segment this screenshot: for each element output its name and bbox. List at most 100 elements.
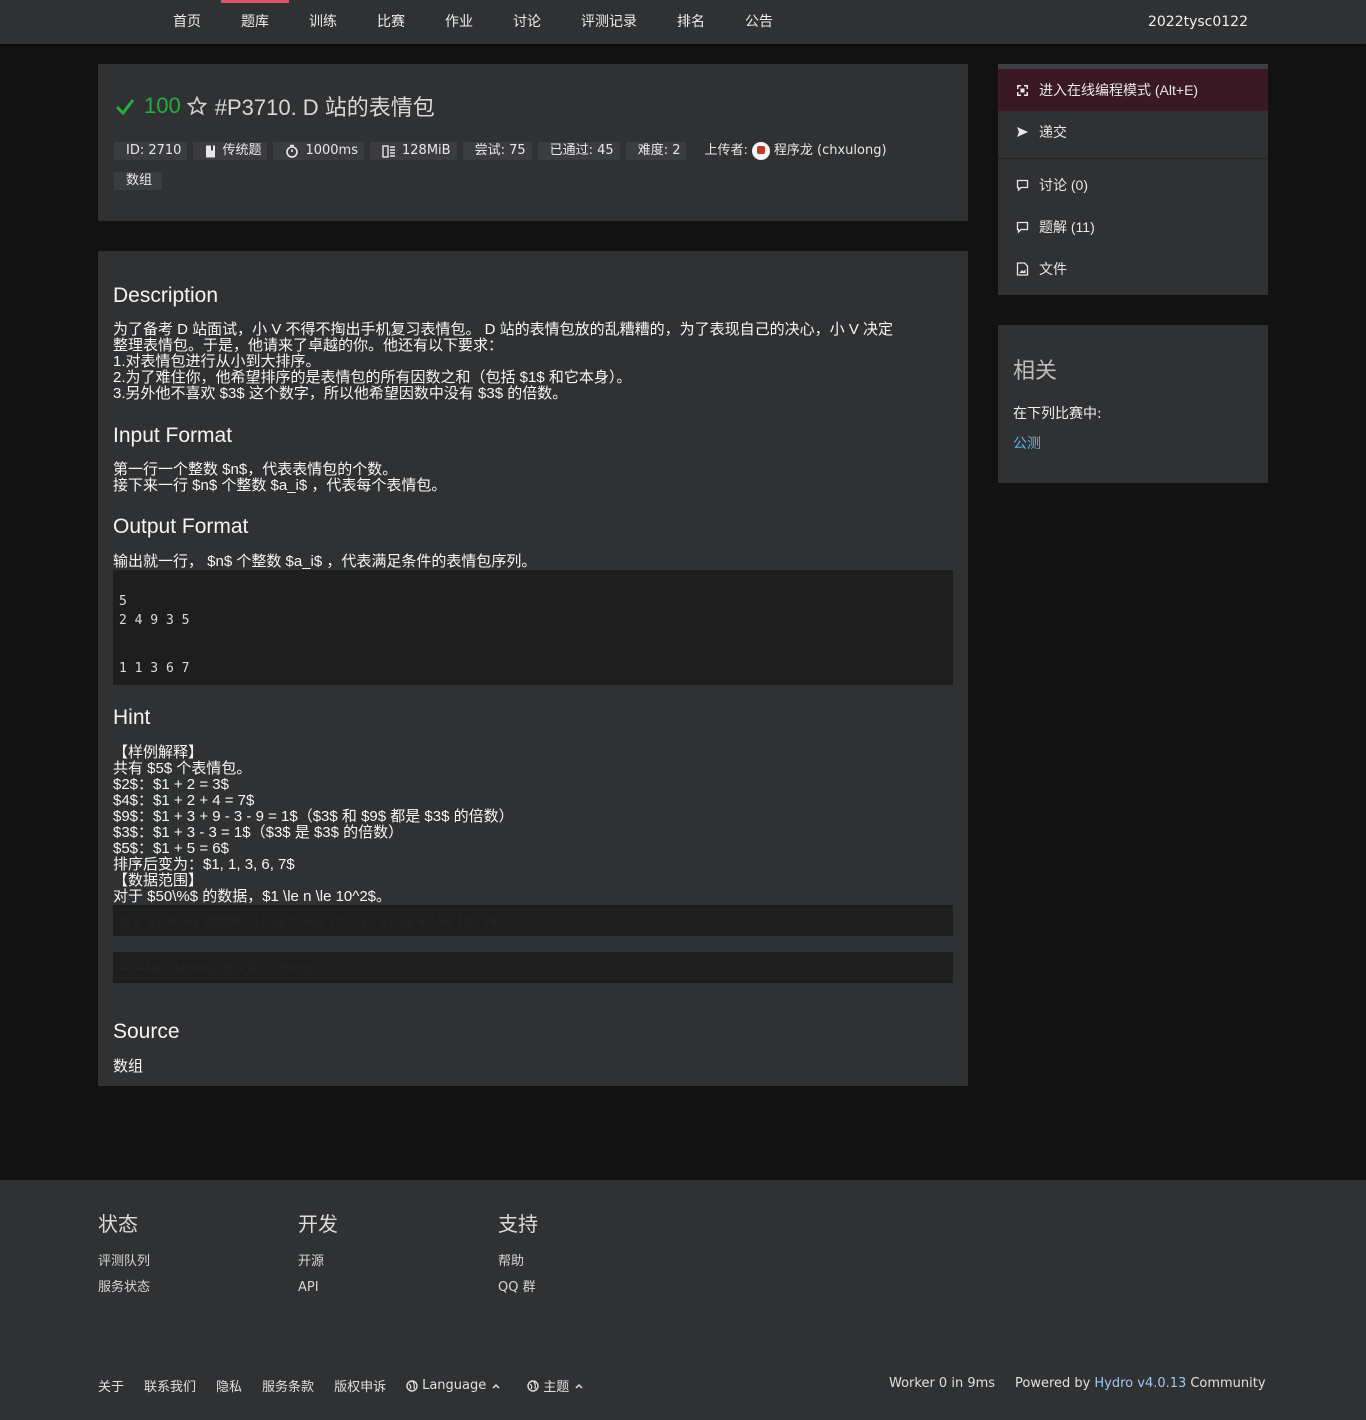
expand-icon [1017, 84, 1028, 96]
ide-mode-label: 进入在线编程模式 (Alt+E) [1039, 82, 1199, 98]
nav-homework[interactable]: 作业 [440, 0, 478, 44]
input-format-text: 第一行一个整数 $n$，代表表情包的个数。 接下来一行 $n$ 个整数 $a_i… [113, 462, 953, 494]
sidebar-divider [998, 158, 1268, 159]
sample-output-line: 1 1 3 6 7 [119, 661, 190, 676]
tag-badge[interactable]: 数组 [114, 172, 163, 190]
file-image-icon [1016, 262, 1029, 276]
send-icon [1017, 127, 1028, 137]
sidebar-item-label: 讨论 (0) [1039, 177, 1088, 193]
text-line: 为了备考 D 站面试，小 V 不得不掏出手机复习表情包。 D 站的表情包放的乱糟… [113, 321, 894, 338]
output-format-text: 输出就一行， $n$ 个整数 $a_i$ ，代表满足条件的表情包序列。 [113, 554, 953, 570]
sidebar-actions: 进入在线编程模式 (Alt+E) 递交 讨论 (0) 题解 (11) 文件 [998, 64, 1268, 295]
stopwatch-icon [286, 144, 299, 158]
comment-icon [1016, 221, 1029, 234]
text-line: 接下来一行 $n$ 个整数 $a_i$ ，代表每个表情包。 [113, 477, 447, 494]
avatar [751, 142, 770, 160]
meta-type: 传统题 [193, 142, 268, 160]
ide-mode-button[interactable]: 进入在线编程模式 (Alt+E) [998, 69, 1268, 111]
footer-col-status: 状态 评测队列 服务状态 [98, 1208, 150, 1301]
footer-link-api[interactable]: API [298, 1275, 338, 1301]
top-navbar: 首页 题库 训练 比赛 作业 讨论 评测记录 排名 公告 2022tysc012… [0, 0, 1366, 44]
footer-link-contact[interactable]: 联系我们 [144, 1376, 196, 1395]
text-line: 输出就一行， $n$ 个整数 $a_i$ ，代表满足条件的表情包序列。 [113, 553, 537, 570]
meta-difficulty: 难度: 2 [625, 142, 687, 160]
source-text: 数组 [113, 1059, 953, 1075]
meta-type-label: 传统题 [222, 143, 262, 158]
nav-training[interactable]: 训练 [304, 0, 342, 44]
star-icon[interactable] [186, 96, 207, 116]
related-label: 在下列比赛中: [1013, 406, 1102, 422]
text-line: 整理表情包。于是，他请来了卓越的你。他还有以下要求： [113, 337, 504, 354]
hydro-link[interactable]: Hydro v4.0.13 [1094, 1376, 1186, 1391]
output-format-heading: Output Format [113, 515, 249, 538]
text-line: 排序后变为：$1, 1, 3, 6, 7$ [113, 856, 295, 873]
worker-status: Worker 0 in 9ms [889, 1376, 996, 1391]
hint-heading: Hint [113, 706, 151, 729]
footer-col-title: 支持 [498, 1212, 538, 1236]
text-line: 第一行一个整数 $n$，代表表情包的个数。 [113, 461, 398, 478]
source-value[interactable]: 数组 [113, 1059, 953, 1075]
uploader-name[interactable]: 程序龙 (chxulong) [774, 142, 887, 160]
nav-discussion[interactable]: 讨论 [508, 0, 546, 44]
footer-bottom-right: Worker 0 in 9ms Powered by Hydro v4.0.13… [889, 1376, 1266, 1391]
footer-link-terms[interactable]: 服务条款 [262, 1376, 314, 1395]
source-heading: Source [113, 1020, 180, 1043]
description-text: 为了备考 D 站面试，小 V 不得不掏出手机复习表情包。 D 站的表情包放的乱糟… [113, 322, 953, 402]
check-icon [115, 99, 135, 116]
sample-code-block[interactable]: 5 2 4 9 3 5 1 1 3 6 7 [113, 570, 953, 685]
problem-title-line: 100 #P3710. D 站的表情包 [114, 92, 435, 120]
meta-time: 1000ms [273, 142, 364, 160]
footer-link-open-source[interactable]: 开源 [298, 1249, 338, 1275]
memory-icon [382, 144, 395, 158]
footer-link-judge-queue[interactable]: 评测队列 [98, 1249, 150, 1275]
sample-input-line: 5 [119, 594, 127, 609]
meta-tried: 尝试: 75 [462, 142, 532, 160]
language-selector[interactable]: Language [406, 1378, 505, 1393]
text-line: $9$：$1 + 3 + 9 - 3 - 9 = 1$（$3$ 和 $9$ 都是… [113, 808, 514, 825]
sample-input-line: 2 4 9 3 5 [119, 613, 190, 628]
nav-announcement[interactable]: 公告 [740, 0, 778, 44]
status-score[interactable]: 100 [144, 93, 181, 119]
nav-ranking[interactable]: 排名 [672, 0, 710, 44]
submit-button[interactable]: 递交 [998, 111, 1268, 153]
footer-link-about[interactable]: 关于 [98, 1376, 124, 1395]
user-menu[interactable]: 2022tysc0122 [1148, 0, 1248, 44]
theme-label: 主题 [543, 1380, 570, 1395]
globe-icon [527, 1379, 539, 1392]
submit-label: 递交 [1039, 124, 1067, 140]
nav-home[interactable]: 首页 [168, 0, 206, 44]
related-contest-link[interactable]: 公测 [1013, 433, 1041, 453]
footer-link-help[interactable]: 帮助 [498, 1249, 538, 1275]
meta-passed: 已通过: 45 [537, 142, 620, 160]
hint-code-text: 对于 $100\%$ 的数据，$1 \le n \leq 10^3$，$2 \l… [119, 914, 510, 928]
hint-code-block[interactable]: — —by <strong>出文题</strong> [113, 952, 953, 983]
footer-link-qq-group[interactable]: QQ 群 [498, 1275, 538, 1301]
book-icon [206, 145, 216, 157]
nav-problems[interactable]: 题库 [221, 0, 289, 44]
text-line: 3.另外他不喜欢 $3$ 这个数字，所以他希望因数中没有 $3$ 的倍数。 [113, 385, 568, 402]
text-line: 1.对表情包进行从小到大排序。 [113, 353, 321, 370]
footer-link-dmca[interactable]: 版权申诉 [334, 1376, 386, 1395]
text-line: $5$：$1 + 5 = 6$ [113, 840, 229, 857]
sidebar-item-files[interactable]: 文件 [998, 248, 1268, 290]
sidebar-item-label: 文件 [1039, 261, 1067, 277]
language-label: Language [422, 1378, 487, 1393]
hint-code-block[interactable]: 对于 $100\%$ 的数据，$1 \le n \leq 10^3$，$2 \l… [113, 905, 953, 936]
theme-selector[interactable]: 主题 [527, 1376, 588, 1395]
sidebar-item-label: 题解 (11) [1039, 219, 1095, 235]
chevron-up-icon [492, 1383, 500, 1389]
text-line: $3$：$1 + 3 - 3 = 1$（$3$ 是 $3$ 的倍数） [113, 824, 404, 841]
nav-contest[interactable]: 比赛 [372, 0, 410, 44]
footer-col-support: 支持 帮助 QQ 群 [498, 1208, 538, 1301]
text-line: $2$：$1 + 2 = 3$ [113, 776, 229, 793]
comment-icon [1016, 179, 1029, 192]
text-line: 【数据范围】 [113, 872, 204, 889]
sidebar-item-solutions[interactable]: 题解 (11) [998, 206, 1268, 248]
powered-prefix: Powered by [1015, 1376, 1091, 1391]
sidebar-item-discussion[interactable]: 讨论 (0) [998, 164, 1268, 206]
footer-col-title: 状态 [98, 1212, 138, 1236]
footer-link-service-status[interactable]: 服务状态 [98, 1275, 150, 1301]
footer-link-privacy[interactable]: 隐私 [216, 1376, 242, 1395]
nav-records[interactable]: 评测记录 [576, 0, 642, 44]
related-panel: 相关 在下列比赛中: 公测 [998, 325, 1268, 483]
